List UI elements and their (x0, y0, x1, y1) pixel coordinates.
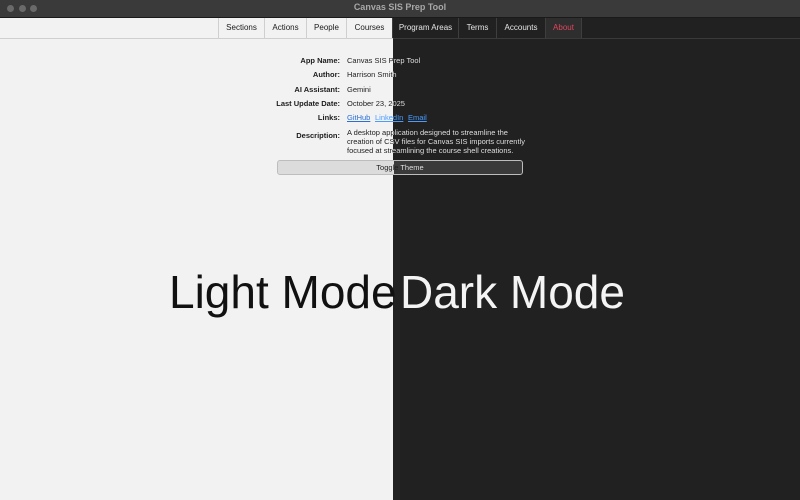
last-update-text: October 23, 2025 (347, 99, 405, 108)
description-text: A desktop application designed to stream… (347, 128, 529, 155)
ai-assistant-label: AI Assistant: (294, 85, 340, 94)
links-label: Links: (317, 113, 340, 122)
last-update-label: Last Update Date: (276, 99, 340, 108)
app-window: Canvas SIS Prep Tool Sections Actions Pe… (0, 0, 800, 500)
email-link[interactable]: Email (408, 113, 427, 122)
last-update-value: October 23, 2025 (347, 99, 405, 108)
tab-accounts[interactable]: Accounts (496, 18, 545, 38)
toggle-theme-label: Toggle Theme (376, 163, 424, 172)
github-link[interactable]: GitHub (347, 113, 370, 122)
author-value: Harrison Smith (347, 70, 397, 79)
app-name-label: App Name: (300, 56, 340, 65)
app-name-text: Canvas SIS Prep Tool (347, 56, 421, 65)
description-label: Description: (296, 131, 340, 140)
ai-assistant-text: Gemini (347, 85, 371, 94)
tab-terms[interactable]: Terms (458, 18, 496, 38)
author-text: Harrison Smith (347, 70, 397, 79)
tab-about[interactable]: About (545, 18, 582, 38)
tab-courses[interactable]: Courses (346, 18, 392, 38)
dark-mode-panel (393, 18, 800, 500)
app-name-value: Canvas SIS Prep Tool (347, 56, 420, 65)
toggle-theme-button[interactable]: Toggle Theme (277, 160, 523, 175)
tab-people[interactable]: People (306, 18, 346, 38)
title-bar: Canvas SIS Prep Tool (0, 0, 800, 18)
tab-program-areas[interactable]: Program Areas (392, 18, 458, 38)
tab-bar: Sections Actions People Courses Program … (0, 18, 800, 39)
linkedin-link[interactable]: LinkedIn (375, 113, 403, 122)
author-label: Author: (312, 70, 340, 79)
dark-mode-caption: Dark Mode (400, 266, 625, 318)
window-title: Canvas SIS Prep Tool (353, 2, 447, 12)
tab-sections[interactable]: Sections (218, 18, 264, 38)
ai-assistant-value: Gemini (347, 85, 371, 94)
light-mode-caption: Light Mode (169, 266, 397, 318)
tab-actions[interactable]: Actions (264, 18, 306, 38)
